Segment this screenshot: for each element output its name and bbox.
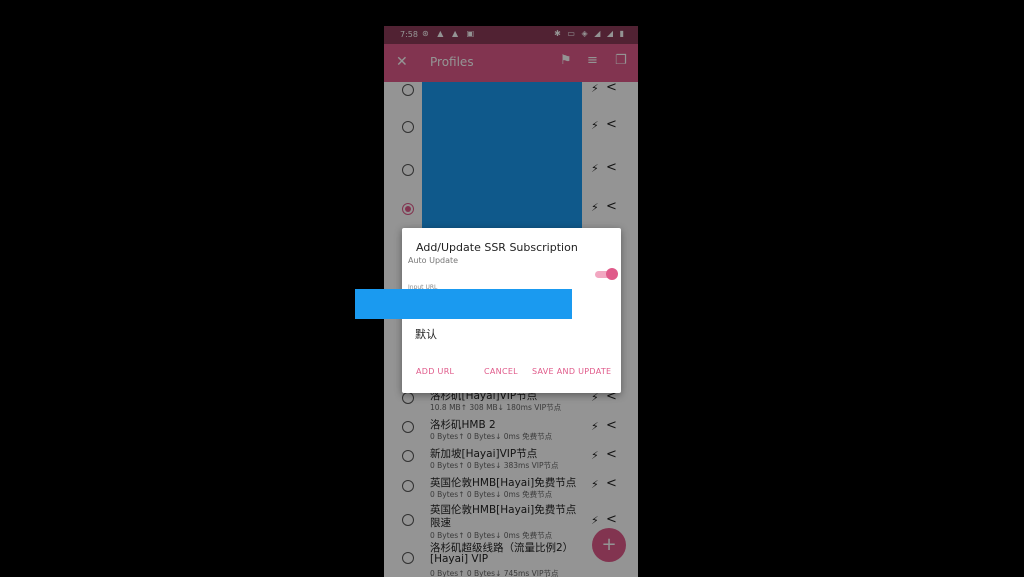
group-name[interactable]: 默认 xyxy=(415,326,437,342)
toggle-knob xyxy=(606,268,618,280)
redacted-url-field xyxy=(355,289,572,319)
save-and-update-button[interactable]: SAVE AND UPDATE xyxy=(532,367,611,376)
dialog-title: Add/Update SSR Subscription xyxy=(416,241,578,254)
cancel-button[interactable]: CANCEL xyxy=(484,367,518,376)
add-url-button[interactable]: ADD URL xyxy=(416,367,454,376)
auto-update-toggle[interactable] xyxy=(595,268,619,280)
auto-update-label: Auto Update xyxy=(408,256,459,265)
